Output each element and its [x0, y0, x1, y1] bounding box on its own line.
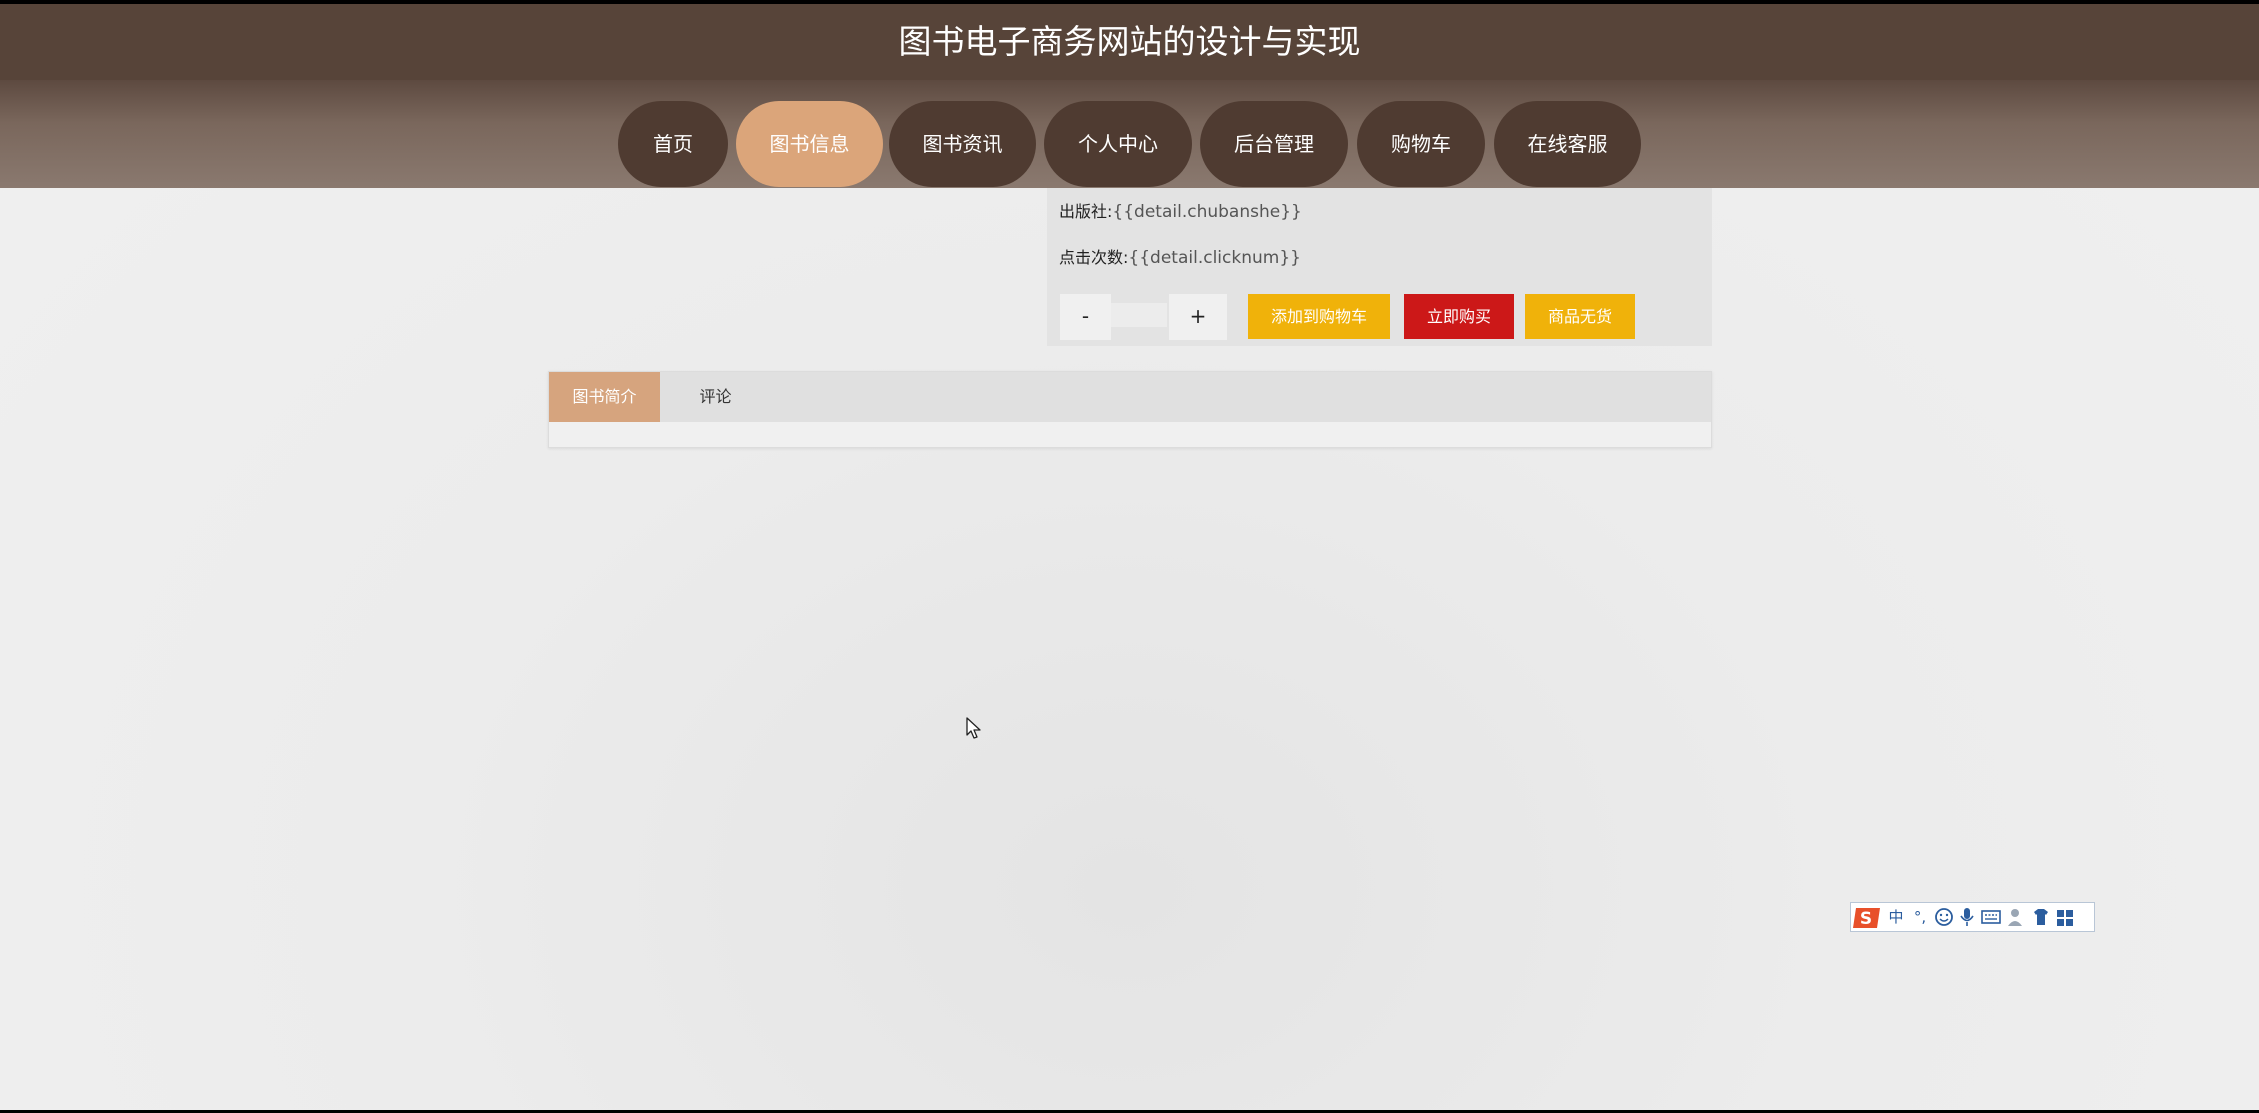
nav-item-personal-center[interactable]: 个人中心 [1044, 101, 1192, 187]
tab-comments[interactable]: 评论 [660, 372, 771, 422]
toolbox-icon[interactable] [2055, 906, 2075, 928]
tab-book-intro[interactable]: 图书简介 [549, 372, 660, 422]
quantity-input[interactable] [1111, 303, 1167, 327]
quantity-decrease-button[interactable]: - [1059, 293, 1112, 341]
mouse-cursor-icon [966, 717, 982, 745]
browser-viewport: 图书电子商务网站的设计与实现 首页 图书信息 图书资讯 个人中心 后台管理 购物… [0, 4, 2259, 1110]
publisher-value: {{detail.chubanshe}} [1112, 202, 1302, 222]
ime-mode-indicator[interactable]: 中 [1887, 906, 1905, 928]
add-to-cart-button[interactable]: 添加到购物车 [1248, 294, 1390, 339]
quantity-increase-button[interactable]: + [1168, 293, 1228, 341]
emoji-icon[interactable] [1934, 906, 1954, 928]
book-detail-panel: 出版社:{{detail.chubanshe}} 点击次数:{{detail.c… [1047, 188, 1712, 346]
nav-item-cart[interactable]: 购物车 [1357, 101, 1485, 187]
nav-item-admin[interactable]: 后台管理 [1200, 101, 1348, 187]
nav-item-book-news[interactable]: 图书资讯 [889, 101, 1036, 187]
click-count-value: {{detail.clicknum}} [1128, 248, 1301, 268]
site-title: 图书电子商务网站的设计与实现 [898, 22, 1361, 61]
publisher-row: 出版社:{{detail.chubanshe}} [1059, 198, 1302, 222]
punctuation-icon[interactable]: °, [1911, 906, 1929, 928]
microphone-icon[interactable] [1958, 906, 1976, 928]
user-icon[interactable] [2006, 906, 2026, 928]
nav-item-book-info[interactable]: 图书信息 [736, 101, 883, 187]
out-of-stock-button[interactable]: 商品无货 [1525, 294, 1635, 339]
tabs-header: 图书简介 评论 [549, 372, 1711, 422]
keyboard-icon[interactable] [1980, 906, 2002, 928]
sogou-s-icon[interactable]: S [1853, 906, 1883, 929]
main-nav: 首页 图书信息 图书资讯 个人中心 后台管理 购物车 在线客服 [0, 80, 2259, 188]
skin-icon[interactable] [2031, 906, 2051, 928]
publisher-label: 出版社: [1059, 202, 1113, 221]
buy-now-button[interactable]: 立即购买 [1404, 294, 1514, 339]
nav-item-online-service[interactable]: 在线客服 [1494, 101, 1641, 187]
click-count-row: 点击次数:{{detail.clicknum}} [1059, 244, 1301, 268]
click-count-label: 点击次数: [1059, 248, 1129, 267]
ime-toolbar: S 中 °, [1850, 902, 2095, 932]
book-tabs-panel: 图书简介 评论 [548, 371, 1712, 448]
nav-item-home[interactable]: 首页 [618, 101, 728, 187]
title-bar: 图书电子商务网站的设计与实现 [0, 4, 2259, 80]
svg-text:S: S [1860, 909, 1872, 929]
